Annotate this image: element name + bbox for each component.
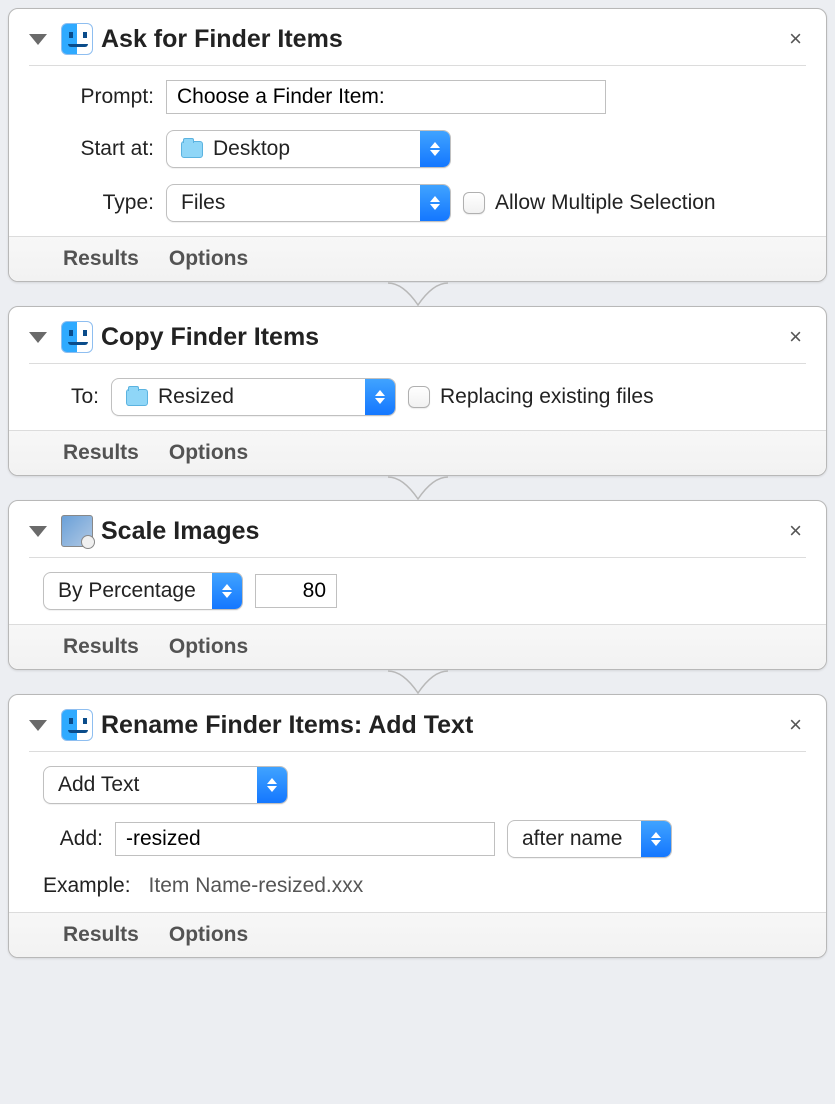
action-scale-images: Scale Images × By Percentage Results Opt…	[8, 500, 827, 670]
type-label: Type:	[59, 191, 154, 215]
rename-mode-select[interactable]: Add Text	[43, 766, 288, 804]
chevron-updown-icon	[420, 131, 450, 167]
action-title: Ask for Finder Items	[101, 25, 777, 54]
disclosure-triangle-icon[interactable]	[29, 526, 47, 537]
prompt-label: Prompt:	[59, 85, 154, 109]
position-select[interactable]: after name	[507, 820, 672, 858]
folder-icon	[126, 389, 148, 406]
action-title: Scale Images	[101, 517, 777, 546]
action-ask-for-finder-items: Ask for Finder Items × Prompt: Start at:…	[8, 8, 827, 282]
connector	[8, 475, 827, 501]
start-at-value: Desktop	[213, 137, 290, 161]
action-title: Rename Finder Items: Add Text	[101, 711, 777, 740]
disclosure-triangle-icon[interactable]	[29, 332, 47, 343]
start-at-label: Start at:	[59, 137, 154, 161]
replace-existing-label: Replacing existing files	[440, 385, 654, 409]
action-header: Ask for Finder Items ×	[29, 19, 806, 66]
action-body: Prompt: Start at: Desktop Type: Files A	[29, 66, 806, 236]
chevron-updown-icon	[420, 185, 450, 221]
disclosure-triangle-icon[interactable]	[29, 34, 47, 45]
action-header: Scale Images ×	[29, 511, 806, 558]
action-header: Rename Finder Items: Add Text ×	[29, 705, 806, 752]
allow-multiple-checkbox[interactable]: Allow Multiple Selection	[463, 191, 716, 215]
replace-existing-checkbox[interactable]: Replacing existing files	[408, 385, 654, 409]
connector	[8, 281, 827, 307]
checkbox-box-icon	[408, 386, 430, 408]
action-copy-finder-items: Copy Finder Items × To: Resized Replacin…	[8, 306, 827, 476]
connector	[8, 669, 827, 695]
automator-workflow: Ask for Finder Items × Prompt: Start at:…	[8, 8, 827, 958]
finder-icon	[61, 23, 93, 55]
position-value: after name	[522, 827, 622, 851]
chevron-updown-icon	[365, 379, 395, 415]
allow-multiple-label: Allow Multiple Selection	[495, 191, 716, 215]
finder-icon	[61, 321, 93, 353]
checkbox-box-icon	[463, 192, 485, 214]
results-button[interactable]: Results	[63, 441, 139, 465]
scale-mode-value: By Percentage	[58, 579, 196, 603]
action-body: Add Text Add: after name Example: Item N…	[29, 752, 806, 912]
example-label: Example:	[43, 874, 131, 898]
rename-mode-value: Add Text	[58, 773, 139, 797]
action-rename-finder-items: Rename Finder Items: Add Text × Add Text…	[8, 694, 827, 958]
close-icon[interactable]: ×	[785, 516, 806, 546]
folder-icon	[181, 141, 203, 158]
action-footer: Results Options	[9, 236, 826, 281]
start-at-select[interactable]: Desktop	[166, 130, 451, 168]
action-footer: Results Options	[9, 912, 826, 957]
to-folder-select[interactable]: Resized	[111, 378, 396, 416]
prompt-input[interactable]	[166, 80, 606, 114]
preview-app-icon	[61, 515, 93, 547]
to-folder-value: Resized	[158, 385, 234, 409]
options-button[interactable]: Options	[169, 923, 248, 947]
results-button[interactable]: Results	[63, 247, 139, 271]
example-value: Item Name-resized.xxx	[149, 874, 364, 898]
close-icon[interactable]: ×	[785, 322, 806, 352]
chevron-updown-icon	[257, 767, 287, 803]
disclosure-triangle-icon[interactable]	[29, 720, 47, 731]
chevron-updown-icon	[212, 573, 242, 609]
close-icon[interactable]: ×	[785, 710, 806, 740]
type-value: Files	[181, 191, 225, 215]
results-button[interactable]: Results	[63, 923, 139, 947]
add-text-input[interactable]	[115, 822, 495, 856]
type-select[interactable]: Files	[166, 184, 451, 222]
scale-amount-input[interactable]	[255, 574, 337, 608]
options-button[interactable]: Options	[169, 441, 248, 465]
action-body: To: Resized Replacing existing files	[29, 364, 806, 430]
options-button[interactable]: Options	[169, 247, 248, 271]
finder-icon	[61, 709, 93, 741]
options-button[interactable]: Options	[169, 635, 248, 659]
action-body: By Percentage	[29, 558, 806, 624]
action-footer: Results Options	[9, 430, 826, 475]
to-label: To:	[59, 385, 99, 409]
add-label: Add:	[43, 827, 103, 851]
action-footer: Results Options	[9, 624, 826, 669]
chevron-updown-icon	[641, 821, 671, 857]
action-header: Copy Finder Items ×	[29, 317, 806, 364]
close-icon[interactable]: ×	[785, 24, 806, 54]
scale-mode-select[interactable]: By Percentage	[43, 572, 243, 610]
results-button[interactable]: Results	[63, 635, 139, 659]
action-title: Copy Finder Items	[101, 323, 777, 352]
